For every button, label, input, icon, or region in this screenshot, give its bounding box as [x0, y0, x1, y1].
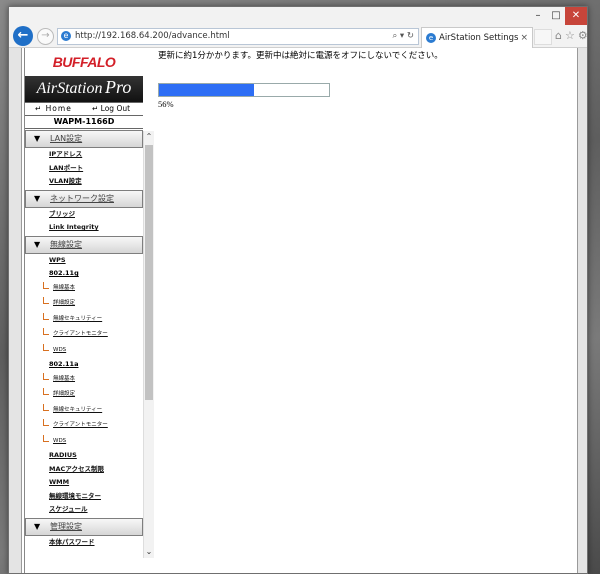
list-item[interactable]: 無線環境モニター — [25, 490, 143, 504]
list-item[interactable]: WDS — [25, 434, 143, 450]
forward-arrow-icon[interactable]: → — [37, 28, 54, 45]
home-icon[interactable]: ⌂ — [555, 29, 565, 42]
list-item[interactable]: LANポート — [25, 162, 143, 176]
airstation-pro-logo: AirStation Pro — [25, 76, 143, 102]
list-item[interactable]: クライアントモニター — [25, 327, 143, 343]
list-item[interactable]: 無線基本 — [25, 281, 143, 297]
sidebar-link[interactable]: IPアドレス — [49, 148, 82, 161]
section-wireless-settings[interactable]: ▼ 無線設定 — [25, 235, 143, 254]
list-item[interactable]: IPアドレス — [25, 148, 143, 162]
sidebar-link[interactable]: 本体パスワード — [49, 536, 95, 549]
list-item[interactable]: 無線セキュリティー — [25, 403, 143, 419]
tab-title: AirStation Settings — [439, 33, 519, 43]
section-network-settings[interactable]: ▼ ネットワーク設定 — [25, 189, 143, 208]
address-bar[interactable]: e http://192.168.64.200/advance.html ⌕ ▾… — [57, 28, 419, 45]
buffalo-logo: BUFFALO — [25, 48, 143, 76]
sidebar-link[interactable]: ブリッジ — [49, 208, 75, 221]
triangle-down-icon: ▼ — [34, 134, 41, 143]
list-item[interactable]: 無線セキュリティー — [25, 312, 143, 328]
list-item[interactable]: RADIUS — [25, 449, 143, 463]
list-item[interactable]: WMM — [25, 476, 143, 490]
minimize-button[interactable]: – — [529, 7, 547, 25]
browser-window: – □ ✕ ← → e http://192.168.64.200/advanc… — [8, 6, 588, 574]
list-item[interactable]: 詳細設定 — [25, 387, 143, 403]
sidebar-link[interactable]: LANポート — [49, 162, 83, 175]
triangle-down-icon: ▼ — [34, 239, 41, 249]
router-admin-page: BUFFALO AirStation Pro ↵ Home ↵ Log Out … — [21, 48, 578, 573]
address-bar-actions[interactable]: ⌕ ▾ ↻ — [392, 30, 414, 43]
sidebar-link-wps[interactable]: WPS — [49, 254, 66, 267]
toolbar-icons[interactable]: ⌂☆⚙ — [555, 27, 587, 45]
ie-page-icon: e — [61, 31, 71, 41]
section-lan-settings[interactable]: ▼ LAN設定 — [25, 130, 143, 148]
url-text[interactable]: http://192.168.64.200/advance.html — [75, 30, 230, 43]
sidebar-link[interactable]: 無線環境モニター — [49, 490, 101, 503]
list-item[interactable]: 詳細設定 — [25, 296, 143, 312]
sidebar-scrollbar[interactable]: ⌃ ⌄ — [143, 131, 154, 558]
band-heading-a: 802.11a — [49, 360, 79, 368]
sidebar-link[interactable]: WMM — [49, 476, 69, 489]
close-button[interactable]: ✕ — [565, 7, 587, 25]
triangle-down-icon: ▼ — [34, 193, 41, 203]
tree-branch-icon — [43, 388, 49, 395]
list-item[interactable]: MACアクセス制限 — [25, 463, 143, 477]
back-arrow-icon[interactable]: ← — [13, 26, 33, 46]
list-item[interactable]: クライアントモニター — [25, 418, 143, 434]
tree-branch-icon — [43, 434, 49, 442]
sidebar-link[interactable]: スケジュール — [49, 503, 88, 516]
triangle-down-icon: ▼ — [34, 521, 41, 531]
tree-branch-icon — [43, 281, 49, 289]
list-item[interactable]: WPS — [25, 254, 143, 268]
list-item[interactable]: WDS — [25, 343, 143, 359]
browser-tab[interactable]: e AirStation Settings × — [421, 27, 533, 48]
tree-branch-icon — [43, 419, 49, 426]
navigation-bar: ← → e http://192.168.64.200/advance.html… — [9, 25, 587, 48]
list-item[interactable]: 無線基本 — [25, 372, 143, 388]
sidebar-link[interactable]: RADIUS — [49, 449, 77, 462]
maximize-button[interactable]: □ — [547, 7, 565, 25]
list-item[interactable]: スケジュール — [25, 503, 143, 517]
home-link[interactable]: ↵ Home — [35, 103, 72, 115]
model-name: WAPM-1166D — [25, 116, 143, 129]
list-item[interactable]: Link Integrity — [25, 221, 143, 235]
tree-branch-icon — [43, 297, 49, 304]
logout-link[interactable]: ↵ Log Out — [92, 103, 130, 115]
firmware-progress-bar — [158, 83, 330, 97]
list-item[interactable]: VLAN設定 — [25, 175, 143, 189]
page-viewport: BUFFALO AirStation Pro ↵ Home ↵ Log Out … — [9, 48, 587, 573]
tree-branch-icon — [43, 312, 49, 320]
progress-fill — [159, 84, 255, 96]
tree-branch-icon — [43, 372, 49, 380]
sidebar-link[interactable]: MACアクセス制限 — [49, 463, 104, 476]
tab-favicon-icon: e — [426, 33, 436, 43]
tree-branch-icon — [43, 403, 49, 411]
progress-percent: 56% — [158, 99, 174, 109]
scroll-up-icon[interactable]: ⌃ — [144, 131, 154, 143]
tree-branch-icon — [43, 328, 49, 335]
scroll-down-icon[interactable]: ⌄ — [144, 546, 154, 558]
main-content: 更新に約1分かかります。更新中は絶対に電源をオフにしないでください。 56% — [158, 50, 568, 109]
section-admin-settings[interactable]: ▼ 管理設定 — [25, 517, 143, 536]
title-bar: – □ ✕ — [9, 7, 587, 25]
update-warning-message: 更新に約1分かかります。更新中は絶対に電源をオフにしないでください。 — [158, 51, 443, 61]
home-logout-row: ↵ Home ↵ Log Out — [25, 102, 143, 116]
favorites-star-icon[interactable]: ☆ — [565, 29, 578, 42]
list-item[interactable]: 本体パスワード — [25, 536, 143, 550]
settings-gear-icon[interactable]: ⚙ — [578, 29, 587, 42]
sidebar-link[interactable]: VLAN設定 — [49, 175, 82, 188]
sidebar-link[interactable]: Link Integrity — [49, 221, 99, 234]
new-tab-button[interactable] — [534, 29, 552, 45]
sidebar: BUFFALO AirStation Pro ↵ Home ↵ Log Out … — [24, 48, 143, 573]
tab-close-icon[interactable]: × — [520, 31, 528, 45]
tree-branch-icon — [43, 343, 49, 351]
list-item[interactable]: ブリッジ — [25, 208, 143, 222]
scrollbar-thumb[interactable] — [145, 145, 153, 400]
band-heading-g: 802.11g — [49, 269, 79, 277]
